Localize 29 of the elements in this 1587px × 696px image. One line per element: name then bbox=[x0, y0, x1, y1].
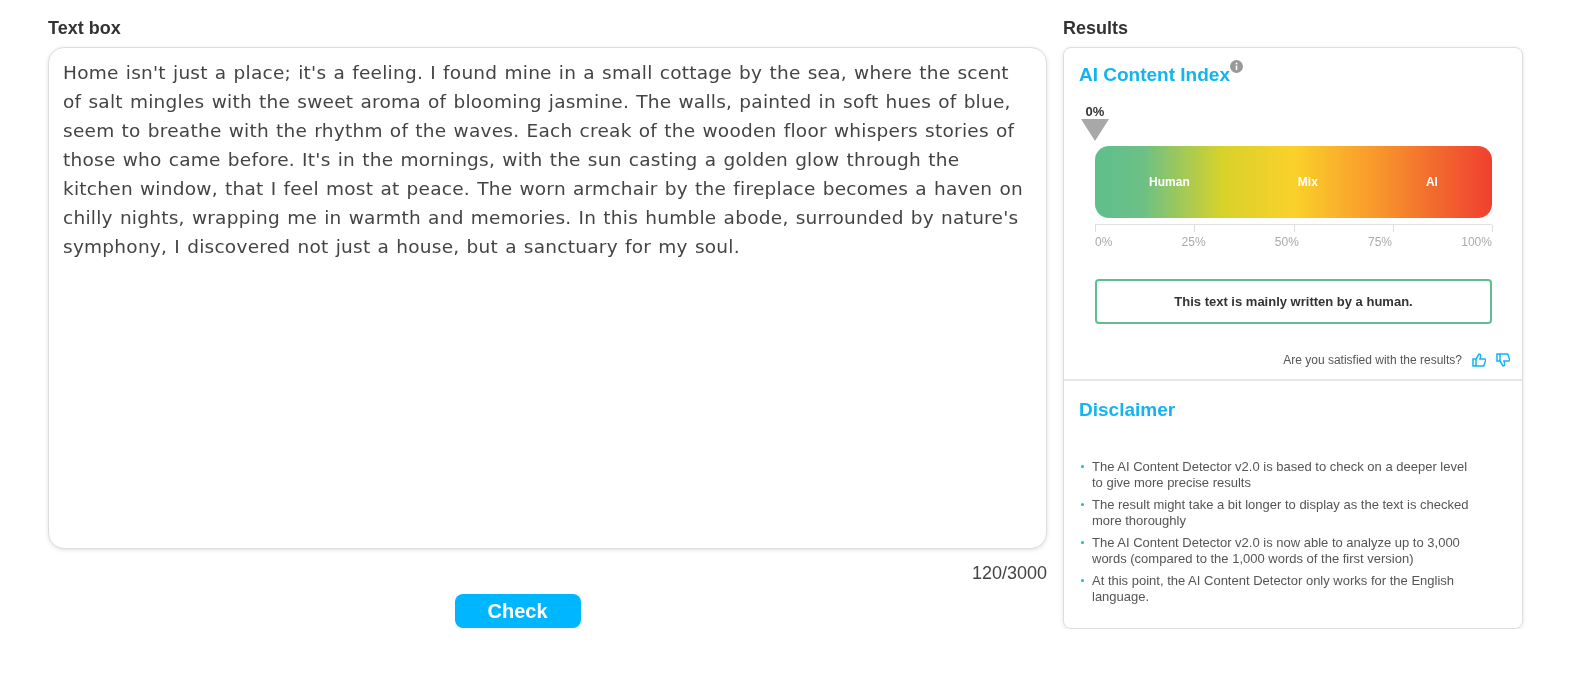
gauge-reading: 0% bbox=[1085, 104, 1105, 119]
thumbs-down-icon[interactable] bbox=[1496, 353, 1510, 367]
disclaimer-item: The result might take a bit longer to display as the text is checked more thoroughly bbox=[1092, 497, 1470, 529]
feedback-prompt: Are you satisfied with the results? bbox=[1283, 353, 1462, 367]
scale-label: 50% bbox=[1274, 235, 1299, 249]
section-heading: Text box bbox=[48, 18, 122, 39]
disclaimer-item: The AI Content Detector v2.0 is based to check on a deeper level to give more precise results bbox=[1092, 459, 1469, 491]
pointer-icon bbox=[1081, 119, 1109, 141]
thumbs-up-icon[interactable] bbox=[1472, 353, 1486, 367]
scale-label: 25% bbox=[1181, 235, 1206, 249]
zone-label: Human bbox=[1149, 175, 1190, 189]
bullet-icon bbox=[1081, 503, 1084, 506]
panel-title: Disclaimer bbox=[1079, 399, 1176, 421]
zone-label: AI bbox=[1425, 175, 1438, 189]
scale-label: 100% bbox=[1461, 235, 1492, 249]
bullet-icon bbox=[1081, 465, 1084, 468]
scale-label: 75% bbox=[1368, 235, 1393, 249]
zone-label: Mix bbox=[1297, 175, 1318, 189]
scale-label: 0% bbox=[1095, 235, 1113, 249]
word-counter: 120/3000 bbox=[971, 563, 1047, 584]
section-heading: Results bbox=[1063, 18, 1130, 39]
panel-title: AI Content Index bbox=[1079, 64, 1230, 86]
disclaimer-item: The AI Content Detector v2.0 is now able to analyze up to 3,000 words (compared to the 1,000 words of the first version) bbox=[1092, 535, 1461, 567]
info-icon[interactable] bbox=[1229, 60, 1243, 73]
verdict-box: This text is mainly written by a human. bbox=[1095, 279, 1492, 324]
bullet-icon bbox=[1081, 579, 1084, 582]
bullet-icon bbox=[1081, 541, 1084, 544]
text-input-field[interactable]: Home isn't just a place; it's a feeling. I found mine in a small cottage by the sea, where the scent of salt mingles with the sweet aroma of blooming jasmine. The walls, painted in soft hues of blue, seem to breathe with the rhythm of the waves. Each creak of the wooden floor whispers stories of those who came before. It's in the mornings, with the sun casting a golden glow through the kitchen window, that I feel most at peace. The worn armchair by the fireplace becomes a haven on chilly nights, wrapping me in warmth and memories. In this humble abode, surrounded by nature's symphony, I discovered not just a house, but a sanctuary for my soul. bbox=[48, 47, 1047, 549]
disclaimer-item: At this point, the AI Content Detector only works for the English language. bbox=[1092, 573, 1456, 605]
